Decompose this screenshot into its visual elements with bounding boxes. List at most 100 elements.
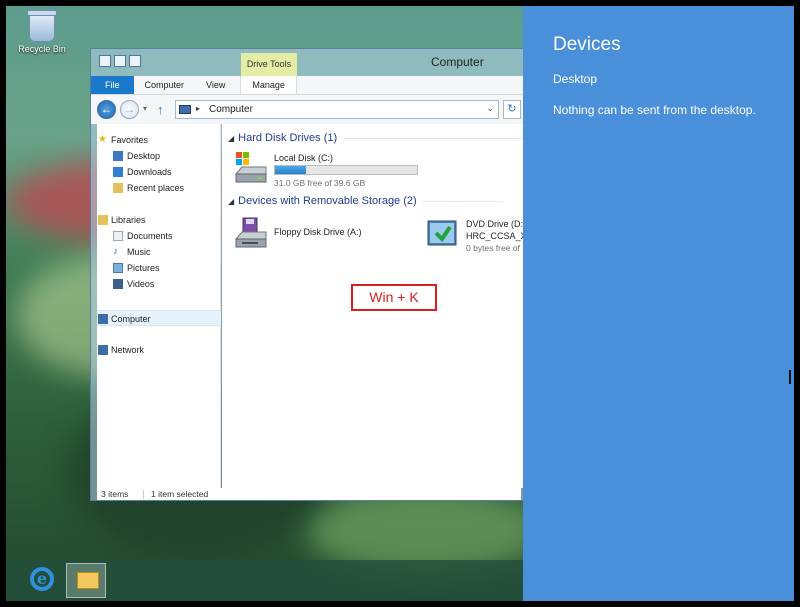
floppy-drive-icon — [234, 217, 267, 248]
computer-icon — [179, 105, 191, 114]
window-title: Computer — [431, 55, 484, 69]
quick-access-toolbar — [99, 55, 141, 67]
drive-name: DVD Drive (D:) — [466, 219, 525, 229]
breadcrumb-separator-icon[interactable]: ▸ — [196, 104, 200, 113]
sidebar-item-label: Network — [111, 345, 145, 355]
sidebar-item-label: Desktop — [127, 151, 161, 161]
group-label: Hard Disk Drives (1) — [238, 132, 338, 144]
sidebar-item-favorites[interactable]: ★ Favorites — [97, 132, 221, 148]
new-folder-icon[interactable] — [114, 55, 126, 67]
computer-group: Computer — [97, 310, 221, 326]
recycle-bin-label: Recycle Bin — [18, 44, 66, 54]
sidebar-item-label: Favorites — [111, 135, 149, 145]
desktop-screen: Recycle Bin Drive Tools Computer File Co… — [6, 6, 794, 601]
recycle-bin-icon — [27, 10, 57, 42]
hard-drive-icon — [234, 152, 267, 183]
sidebar-item-downloads[interactable]: Downloads — [97, 164, 221, 180]
charm-message: Nothing can be sent from the desktop. — [553, 103, 756, 117]
downloads-icon — [113, 167, 123, 177]
drive-local-disk-c[interactable]: Local Disk (C:) 31.0 GB free of 39.6 GB — [234, 152, 434, 188]
status-item-count: 3 items — [101, 489, 129, 499]
drive-dvd-d[interactable]: DVD Drive (D:) HRC_CCSA_X8 0 bytes free … — [426, 217, 525, 257]
address-bar[interactable]: ▸ Computer ⌄ — [175, 100, 499, 119]
libraries-group: Libraries Documents ♪ Music Pictures Vid… — [97, 212, 221, 292]
file-explorer-window[interactable]: Drive Tools Computer File Computer View … — [90, 48, 525, 501]
taskbar-file-explorer-button[interactable] — [66, 563, 106, 598]
status-divider — [143, 490, 144, 499]
documents-icon — [113, 231, 123, 241]
sidebar-item-label: Documents — [127, 231, 173, 241]
tab-computer[interactable]: Computer — [134, 76, 196, 94]
sidebar-item-computer[interactable]: Computer — [97, 310, 221, 326]
up-arrow-icon[interactable]: ↑ — [157, 102, 164, 117]
taskbar: e — [6, 560, 526, 601]
recent-locations-chevron-icon[interactable]: ▾ — [143, 104, 147, 113]
charm-item-desktop: Desktop — [553, 72, 598, 86]
recent-places-icon — [113, 183, 123, 193]
tab-file[interactable]: File — [91, 76, 134, 94]
drive-floppy-a[interactable]: Floppy Disk Drive (A:) — [234, 217, 404, 253]
navigation-bar: ← → ▾ ↑ ▸ Computer ⌄ ↻ — [91, 95, 523, 124]
libraries-icon — [98, 215, 108, 225]
sidebar-item-label: Pictures — [127, 263, 160, 273]
keyboard-shortcut-annotation: Win + K — [351, 284, 437, 311]
properties-icon[interactable] — [99, 55, 111, 67]
taskbar-internet-explorer-button[interactable]: e — [22, 563, 62, 598]
refresh-button[interactable]: ↻ — [503, 100, 521, 119]
sidebar-item-label: Libraries — [111, 215, 146, 225]
devices-charm-panel: Devices Desktop Nothing can be sent from… — [523, 6, 794, 601]
file-explorer-icon — [77, 572, 99, 589]
capacity-bar-fill — [275, 166, 306, 174]
collapse-chevron-icon[interactable]: ◢ — [228, 134, 234, 143]
sidebar-item-music[interactable]: ♪ Music — [97, 244, 221, 260]
sidebar-item-recent-places[interactable]: Recent places — [97, 180, 221, 196]
status-bar: 3 items 1 item selected — [97, 488, 521, 500]
drive-free-space: 0 bytes free of — [466, 243, 520, 253]
favorites-group: ★ Favorites Desktop Downloads Recent pla… — [97, 132, 221, 196]
charm-title: Devices — [553, 34, 621, 55]
group-header-removable-storage[interactable]: ◢ Devices with Removable Storage (2) — [228, 195, 525, 207]
sidebar-item-pictures[interactable]: Pictures — [97, 260, 221, 276]
pictures-icon — [113, 263, 123, 273]
back-button[interactable]: ← — [97, 100, 116, 119]
sidebar-item-label: Videos — [127, 279, 155, 289]
group-divider — [422, 200, 503, 202]
drive-volume-label: HRC_CCSA_X8 — [466, 231, 525, 241]
network-icon — [98, 345, 108, 355]
group-header-hard-disk-drives[interactable]: ◢ Hard Disk Drives (1) — [228, 132, 525, 144]
videos-icon — [113, 279, 123, 289]
sidebar-item-desktop[interactable]: Desktop — [97, 148, 221, 164]
sidebar-item-label: Recent places — [127, 183, 185, 193]
internet-explorer-icon: e — [30, 567, 54, 591]
tab-view[interactable]: View — [195, 76, 236, 94]
tab-manage[interactable]: Manage — [240, 76, 297, 94]
collapse-chevron-icon[interactable]: ◢ — [228, 197, 234, 206]
drive-tools-contextual-tab: Drive Tools — [241, 53, 297, 76]
drive-free-space: 31.0 GB free of 39.6 GB — [274, 178, 366, 188]
group-divider — [343, 137, 524, 139]
desktop-icon — [113, 151, 123, 161]
sidebar-item-label: Music — [127, 247, 151, 257]
capacity-bar — [274, 165, 418, 175]
dvd-drive-icon — [427, 220, 457, 246]
drive-name: Floppy Disk Drive (A:) — [274, 227, 362, 237]
sidebar-item-network[interactable]: Network — [97, 342, 221, 358]
computer-icon — [98, 314, 108, 324]
forward-button[interactable]: → — [120, 100, 139, 119]
customize-toolbar-icon[interactable] — [129, 55, 141, 67]
sidebar-item-label: Downloads — [127, 167, 172, 177]
sidebar-item-videos[interactable]: Videos — [97, 276, 221, 292]
navigation-pane: ★ Favorites Desktop Downloads Recent pla… — [97, 124, 221, 488]
sidebar-item-libraries[interactable]: Libraries — [97, 212, 221, 228]
status-selection: 1 item selected — [151, 489, 209, 499]
recycle-bin-desktop-icon[interactable]: Recycle Bin — [12, 10, 72, 54]
sidebar-item-documents[interactable]: Documents — [97, 228, 221, 244]
drive-name: Local Disk (C:) — [274, 153, 334, 163]
breadcrumb-computer[interactable]: Computer — [209, 104, 253, 115]
star-icon: ★ — [98, 134, 107, 145]
sidebar-item-label: Computer — [111, 314, 151, 324]
ribbon-tabs: File Computer View Manage — [91, 76, 523, 95]
chevron-down-icon[interactable]: ⌄ — [486, 103, 494, 114]
group-label: Devices with Removable Storage (2) — [238, 195, 417, 207]
title-bar[interactable]: Drive Tools Computer — [91, 49, 523, 76]
